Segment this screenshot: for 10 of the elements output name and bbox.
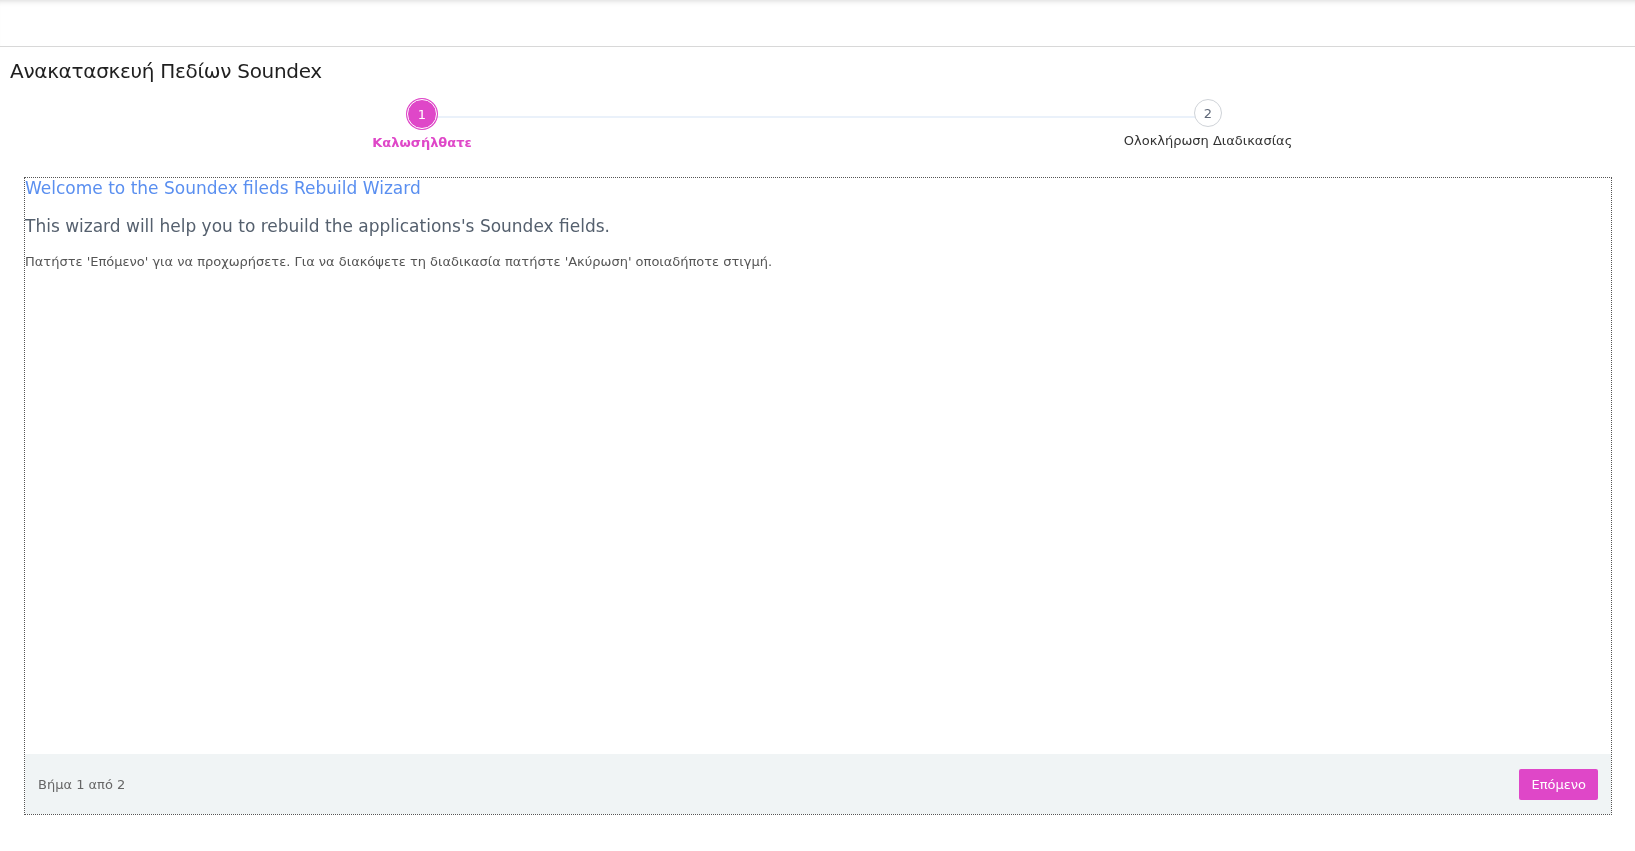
wizard-instruction: Πατήστε 'Επόμενο' για να προχωρήσετε. Για να διακόψετε τη διαδικασία πατήστε 'Ακύρωση' οποιαδήποτε στιγμή. xyxy=(25,254,773,269)
page-title: Ανακατασκευή Πεδίων Soundex xyxy=(9,58,323,83)
step-label: Ολοκλήρωση Διαδικασίας xyxy=(1123,133,1293,148)
wizard-heading: Welcome to the Soundex fileds Rebuild Wizard xyxy=(25,178,421,198)
step-info: Βήμα 1 από 2 xyxy=(38,776,126,792)
next-button[interactable]: Επόμενο xyxy=(1519,768,1598,800)
step-number[interactable]: 2 xyxy=(1194,99,1222,127)
wizard-description: This wizard will help you to rebuild the applications's Soundex fields. xyxy=(25,216,610,236)
step-number[interactable]: 1 xyxy=(407,99,437,129)
step-label: Καλωσήλθατε xyxy=(372,135,472,150)
